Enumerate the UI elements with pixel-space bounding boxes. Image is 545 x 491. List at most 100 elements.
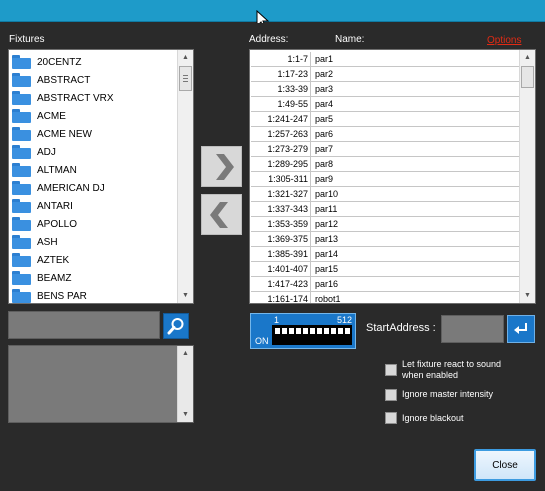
fixture-folder-item[interactable]: ADJ <box>12 143 56 161</box>
fixture-folder-label: APOLLO <box>37 218 78 230</box>
patch-row[interactable]: 1:369-375 par13 <box>251 232 519 247</box>
description-scrollbar[interactable]: ▲ ▼ <box>177 346 193 422</box>
chevron-left-icon <box>209 201 228 228</box>
scroll-up-icon[interactable]: ▲ <box>178 346 193 361</box>
patch-name-cell: par1 <box>315 54 334 64</box>
patch-name-cell: par8 <box>315 159 334 169</box>
react-to-sound-label: Let fixture react to sound when enabled <box>402 359 502 380</box>
patch-address-cell: 1:49-55 <box>251 97 311 111</box>
patch-row[interactable]: 1:49-55 par4 <box>251 97 519 112</box>
patch-row[interactable]: 1:289-295 par8 <box>251 157 519 172</box>
patch-list[interactable]: 1:1-7 par1 1:17-23 par2 1:33-39 par3 1:49-55 pa… <box>249 49 536 304</box>
folder-icon <box>12 181 31 195</box>
react-to-sound-checkbox[interactable] <box>385 364 397 376</box>
fixture-folder-item[interactable]: 20CENTZ <box>12 53 81 71</box>
folder-icon <box>12 235 31 249</box>
patch-row[interactable]: 1:161-174 robot1 <box>251 292 519 303</box>
patch-row[interactable]: 1:353-359 par12 <box>251 217 519 232</box>
fixture-description-box[interactable]: ▲ ▼ <box>8 345 194 423</box>
fixture-folder-item[interactable]: ABSTRACT VRX <box>12 89 114 107</box>
fixtures-list[interactable]: 20CENTZ ABSTRACT ABSTRACT VRX ACME ACME NEW A… <box>8 49 194 304</box>
fixture-folder-item[interactable]: ASH <box>12 233 58 251</box>
patch-address-cell: 1:161-174 <box>251 292 311 303</box>
options-link[interactable]: Options <box>487 35 521 46</box>
patch-address-cell: 1:321-327 <box>251 187 311 201</box>
patch-address-cell: 1:305-311 <box>251 172 311 186</box>
fixture-folder-label: ACME <box>37 110 66 122</box>
patch-address-cell: 1:353-359 <box>251 217 311 231</box>
dmx-last-channel: 512 <box>337 315 353 325</box>
title-bar[interactable] <box>0 0 545 22</box>
patch-name-cell: par6 <box>315 129 334 139</box>
dmx-universe-indicator: 1 512 ON <box>250 313 356 349</box>
fixture-folder-label: ASH <box>37 236 58 248</box>
fixture-folder-item[interactable]: ACME <box>12 107 66 125</box>
fixture-folder-item[interactable]: AZTEK <box>12 251 69 269</box>
patch-scrollbar[interactable]: ▲ ▼ <box>519 50 535 303</box>
patch-row[interactable]: 1:33-39 par3 <box>251 82 519 97</box>
fixture-folder-item[interactable]: ACME NEW <box>12 125 92 143</box>
patch-row[interactable]: 1:321-327 par10 <box>251 187 519 202</box>
patch-name-cell: par5 <box>315 114 334 124</box>
patch-name-cell: par11 <box>315 204 338 214</box>
fixture-folder-item[interactable]: BEAMZ <box>12 269 71 287</box>
fixture-folder-label: BEAMZ <box>37 272 72 284</box>
fixture-folder-label: 20CENTZ <box>37 56 82 68</box>
fixture-folder-item[interactable]: ABSTRACT <box>12 71 90 89</box>
fixture-folder-label: ALTMAN <box>37 164 77 176</box>
patch-address-cell: 1:289-295 <box>251 157 311 171</box>
patch-row[interactable]: 1:257-263 par6 <box>251 127 519 142</box>
scroll-down-icon[interactable]: ▼ <box>520 288 535 303</box>
scroll-down-icon[interactable]: ▼ <box>178 288 193 303</box>
patch-row[interactable]: 1:417-423 par16 <box>251 277 519 292</box>
fixture-folder-item[interactable]: APOLLO <box>12 215 77 233</box>
ignore-master-intensity-label: Ignore master intensity <box>402 389 494 399</box>
patch-row[interactable]: 1:305-311 par9 <box>251 172 519 187</box>
patch-row[interactable]: 1:401-407 par15 <box>251 262 519 277</box>
fixture-folder-item[interactable]: ALTMAN <box>12 161 77 179</box>
patch-row[interactable]: 1:241-247 par5 <box>251 112 519 127</box>
patch-name-cell: par4 <box>315 99 334 109</box>
patch-name-cell: par13 <box>315 234 339 244</box>
patch-row[interactable]: 1:17-23 par2 <box>251 67 519 82</box>
ignore-blackout-checkbox[interactable] <box>385 412 397 424</box>
scroll-thumb[interactable] <box>521 66 534 88</box>
fixture-folder-label: ABSTRACT VRX <box>37 92 114 104</box>
patch-address-cell: 1:417-423 <box>251 277 311 291</box>
folder-icon <box>12 217 31 231</box>
dmx-used-channels <box>275 328 350 334</box>
patch-row[interactable]: 1:1-7 par1 <box>251 52 519 67</box>
fixture-folder-label: BENS PAR <box>37 290 87 302</box>
fixtures-scrollbar[interactable]: ▲ ▼ <box>177 50 193 303</box>
search-button[interactable] <box>163 313 189 339</box>
scroll-thumb[interactable] <box>179 66 192 91</box>
folder-icon <box>12 145 31 159</box>
scroll-up-icon[interactable]: ▲ <box>520 50 535 65</box>
chevron-right-icon <box>215 153 234 180</box>
scroll-up-icon[interactable]: ▲ <box>178 50 193 65</box>
fixture-folder-item[interactable]: ANTARI <box>12 197 73 215</box>
scroll-down-icon[interactable]: ▼ <box>178 407 193 422</box>
dmx-status: ON <box>255 336 269 346</box>
fixture-folder-item[interactable]: BENS PAR <box>12 287 87 303</box>
ignore-master-intensity-checkbox[interactable] <box>385 389 397 401</box>
folder-icon <box>12 127 31 141</box>
add-fixture-button[interactable] <box>201 146 242 187</box>
patch-row[interactable]: 1:385-391 par14 <box>251 247 519 262</box>
patch-name-cell: par16 <box>315 279 339 289</box>
close-button[interactable]: Close <box>474 449 536 481</box>
fixture-search-input[interactable] <box>8 311 160 339</box>
start-address-input[interactable] <box>441 315 504 343</box>
patch-address-cell: 1:33-39 <box>251 82 311 96</box>
remove-fixture-button[interactable] <box>201 194 242 235</box>
folder-icon <box>12 109 31 123</box>
apply-start-address-button[interactable] <box>507 315 535 343</box>
patch-row[interactable]: 1:273-279 par7 <box>251 142 519 157</box>
fixture-folder-item[interactable]: AMERICAN DJ <box>12 179 105 197</box>
folder-icon <box>12 199 31 213</box>
folder-icon <box>12 289 31 303</box>
ignore-blackout-label: Ignore blackout <box>402 413 464 423</box>
patch-address-cell: 1:273-279 <box>251 142 311 156</box>
patch-address-cell: 1:241-247 <box>251 112 311 126</box>
patch-row[interactable]: 1:337-343 par11 <box>251 202 519 217</box>
